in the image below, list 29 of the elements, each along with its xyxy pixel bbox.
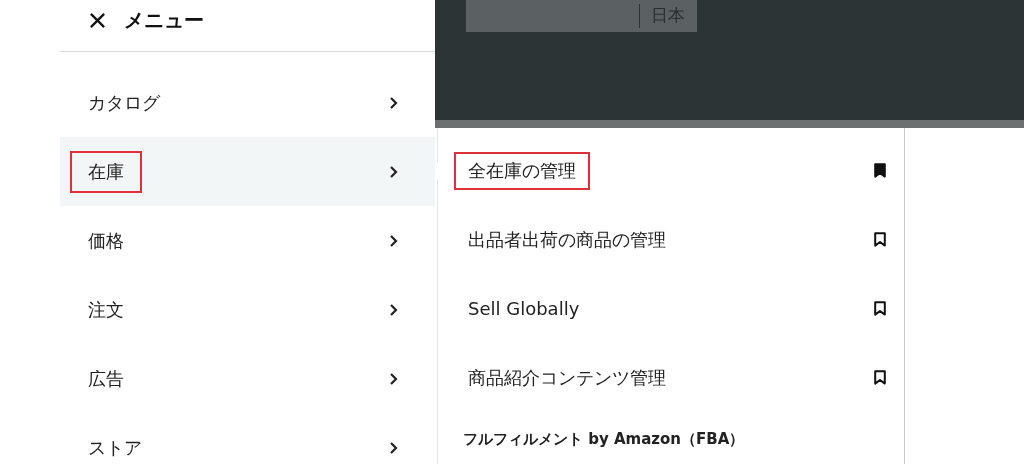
chevron-icon — [388, 164, 399, 179]
menu-item-label: 広告 — [87, 366, 125, 391]
chevron-icon — [388, 440, 399, 455]
section-heading: フルフィルメント by Amazon（FBA） — [462, 429, 746, 449]
menu-item[interactable]: ストア — [60, 413, 435, 464]
chevron-icon — [388, 233, 399, 248]
close-icon[interactable] — [89, 12, 106, 29]
bookmark-icon[interactable] — [874, 232, 886, 247]
submenu-link[interactable]: 出品者出荷の商品の管理 — [454, 220, 680, 259]
chevron-icon — [388, 302, 399, 317]
menu-item[interactable]: 広告 — [60, 344, 435, 413]
menu-item[interactable]: 在庫 — [60, 137, 435, 206]
menu-item-label: 在庫 — [70, 150, 142, 193]
menu-item-label: 注文 — [87, 297, 125, 322]
bookmark-icon[interactable] — [874, 163, 886, 178]
bookmark-icon[interactable] — [874, 301, 886, 316]
bookmark-icon[interactable] — [874, 370, 886, 385]
submenu-link[interactable]: 全在庫の管理 — [454, 151, 590, 190]
menu-item-label: カタログ — [87, 90, 161, 115]
menu-item[interactable]: カタログ — [60, 68, 435, 137]
submenu-link[interactable]: 商品紹介コンテンツ管理 — [454, 358, 680, 397]
menu-item[interactable]: 価格 — [60, 206, 435, 275]
chevron-icon — [388, 371, 399, 386]
menu-title: メニュー — [124, 7, 204, 34]
submenu-link[interactable]: Sell Globally — [454, 291, 594, 326]
menu-item-label: 価格 — [87, 228, 125, 253]
chevron-icon — [388, 95, 399, 110]
menu-item[interactable]: 注文 — [60, 275, 435, 344]
menu-item-label: ストア — [87, 435, 143, 460]
